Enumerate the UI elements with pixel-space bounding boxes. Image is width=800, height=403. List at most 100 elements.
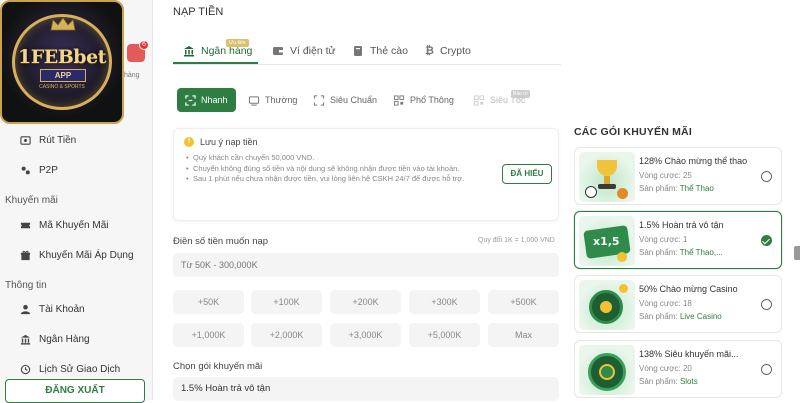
maintenance-badge: Bảo trì: [511, 90, 530, 98]
transfer-icon: [248, 95, 260, 106]
method-fast[interactable]: Nhanh: [177, 88, 236, 112]
quick-amount-button[interactable]: +3,000K: [330, 323, 401, 347]
scan-icon: [185, 94, 196, 106]
sidebar-item-label: Ngân Hàng: [39, 334, 90, 345]
quick-amount-button[interactable]: +200K: [330, 290, 401, 314]
package-name: 50% Chào mừng Casino: [639, 284, 738, 294]
mini-label: hàng: [124, 72, 140, 79]
package-card[interactable]: 138% Siêu khuyến mãi... Vòng cược: 20 Sả…: [574, 340, 782, 398]
package-radio[interactable]: [761, 364, 772, 375]
quick-amount-button[interactable]: +1,000K: [173, 323, 244, 347]
sidebar-item-label: Rút Tiền: [39, 135, 77, 146]
sidebar-item-label: Khuyến Mãi Áp Dụng: [39, 250, 134, 261]
package-radio-checked[interactable]: [761, 235, 772, 246]
slots-icon: [579, 345, 635, 395]
method-normal[interactable]: Thường: [248, 88, 297, 112]
logo-ribbon: APP: [40, 69, 86, 82]
trophy-icon: [579, 152, 635, 202]
package-bet: Vòng cược: 1: [639, 235, 688, 244]
package-card[interactable]: 128% Chào mừng thể thao Vòng cược: 25 Sả…: [574, 147, 782, 205]
notification-badge: 6: [139, 40, 149, 50]
amount-input[interactable]: [173, 253, 559, 277]
method-label: Phổ Thông: [410, 95, 454, 105]
gift-icon: [20, 250, 31, 261]
brand-logo[interactable]: 1FEBbet APP CASINO & SPORTS: [0, 0, 124, 124]
bank-icon: [20, 334, 31, 345]
package-card[interactable]: x1,5 1.5% Hoàn trả vô tận Vòng cược: 1 S…: [574, 211, 782, 269]
packages-title: CÁC GÓI KHUYẾN MÃI: [574, 126, 692, 138]
logo-text: 1FEBbet: [18, 46, 106, 68]
package-product: Sản phẩm: Live Casino: [639, 312, 722, 321]
quick-amount-button[interactable]: +100K: [251, 290, 322, 314]
active-tab-indicator: [173, 62, 258, 64]
page-title: NẠP TIỀN: [173, 6, 224, 18]
package-radio[interactable]: [761, 299, 772, 310]
notification-icon[interactable]: 6: [127, 40, 149, 62]
qr-icon: [393, 94, 405, 106]
exchange-rate: Quy đổi 1K = 1,000 VND: [478, 237, 555, 244]
method-label: Thường: [265, 95, 298, 105]
max-amount-button[interactable]: Max: [488, 323, 559, 347]
sidebar-item-label: Tài Khoản: [39, 304, 85, 315]
package-bet: Vòng cược: 25: [639, 171, 692, 180]
method-super-standard[interactable]: Siêu Chuẩn: [313, 88, 377, 112]
cashback-icon: x1,5: [579, 216, 635, 266]
package-bet: Vòng cược: 18: [639, 299, 692, 308]
notice-line: Sau 1 phút nếu chưa nhận được tiền, vui …: [186, 174, 496, 185]
sidebar-item-history[interactable]: Lịch Sử Giao Dịch: [20, 364, 120, 375]
method-label: Nhanh: [201, 95, 228, 105]
promo-select[interactable]: 1.5% Hoàn trả vô tận: [173, 377, 559, 401]
sidebar-item-promo-code[interactable]: Mã Khuyến Mãi: [20, 220, 108, 231]
package-name: 128% Chào mừng thể thao: [639, 156, 748, 166]
understood-button[interactable]: ĐÃ HIỂU: [502, 164, 552, 184]
tab-crypto[interactable]: ₿ Crypto: [425, 45, 471, 57]
package-product: Sản phẩm: Slots: [639, 377, 698, 386]
roulette-icon: [579, 280, 635, 330]
sidebar-item-withdraw[interactable]: Rút Tiền: [20, 135, 76, 146]
tab-ewallet[interactable]: Ví điện tử: [272, 45, 336, 57]
package-card[interactable]: 50% Chào mừng Casino Vòng cược: 18 Sản p…: [574, 275, 782, 333]
sidebar-item-label: Mã Khuyến Mãi: [39, 220, 109, 231]
quick-amount-button[interactable]: +300K: [409, 290, 480, 314]
bank-icon: [184, 46, 194, 57]
sidebar-item-applied-promo[interactable]: Khuyến Mãi Áp Dụng: [20, 250, 134, 261]
package-bet: Vòng cược: 20: [639, 364, 692, 373]
priority-badge: Ưu tiên: [226, 39, 249, 47]
sidebar-item-account[interactable]: Tài Khoản: [20, 304, 85, 315]
sidebar-item-bank[interactable]: Ngân Hàng: [20, 334, 90, 345]
frame-icon: [313, 94, 325, 106]
tab-divider: [173, 64, 561, 65]
package-product: Sản phẩm: Thể Thao: [639, 184, 714, 193]
ticket-icon: [20, 222, 31, 229]
sidebar: 1FEBbet APP CASINO & SPORTS 6 hàng Rút T…: [0, 0, 153, 403]
tab-label: Ví điện tử: [290, 45, 336, 57]
history-icon: [20, 364, 31, 375]
quick-amount-button[interactable]: +5,000K: [409, 323, 480, 347]
sidebar-group-info: Thông tin: [5, 280, 47, 291]
user-icon: [20, 304, 31, 315]
crown-icon: [50, 17, 76, 31]
tab-label: Thẻ cào: [370, 45, 408, 57]
logout-button[interactable]: ĐĂNG XUẤT: [5, 379, 145, 403]
package-radio[interactable]: [761, 171, 772, 182]
tab-label: Crypto: [439, 45, 471, 57]
notice-line: Quý khách cần chuyển 50,000 VND.: [186, 153, 496, 164]
wallet-icon: [273, 47, 283, 55]
method-common[interactable]: Phổ Thông: [393, 88, 454, 112]
logo-subtitle: CASINO & SPORTS: [39, 84, 85, 90]
amount-label: Điền số tiền muốn nạp: [173, 236, 269, 247]
notice-line: Chuyển không đúng số tiền và nội dung sẽ…: [186, 164, 496, 175]
card-icon: [354, 46, 362, 56]
quick-amount-button[interactable]: +50K: [173, 290, 244, 314]
method-label: Siêu Chuẩn: [330, 95, 378, 105]
side-panel-handle-icon[interactable]: [794, 246, 800, 260]
promo-select-label: Chọn gói khuyến mãi: [173, 361, 263, 372]
sidebar-item-p2p[interactable]: P2P: [20, 165, 58, 176]
warning-icon: !: [184, 137, 194, 147]
quick-amount-button[interactable]: +500K: [488, 290, 559, 314]
tab-card[interactable]: Thẻ cào: [352, 45, 408, 57]
sidebar-item-label: Lịch Sử Giao Dịch: [39, 364, 121, 375]
notice-list: Quý khách cần chuyển 50,000 VND. Chuyển …: [186, 153, 496, 185]
quick-amount-button[interactable]: +2,000K: [251, 323, 322, 347]
withdraw-icon: [20, 136, 31, 145]
